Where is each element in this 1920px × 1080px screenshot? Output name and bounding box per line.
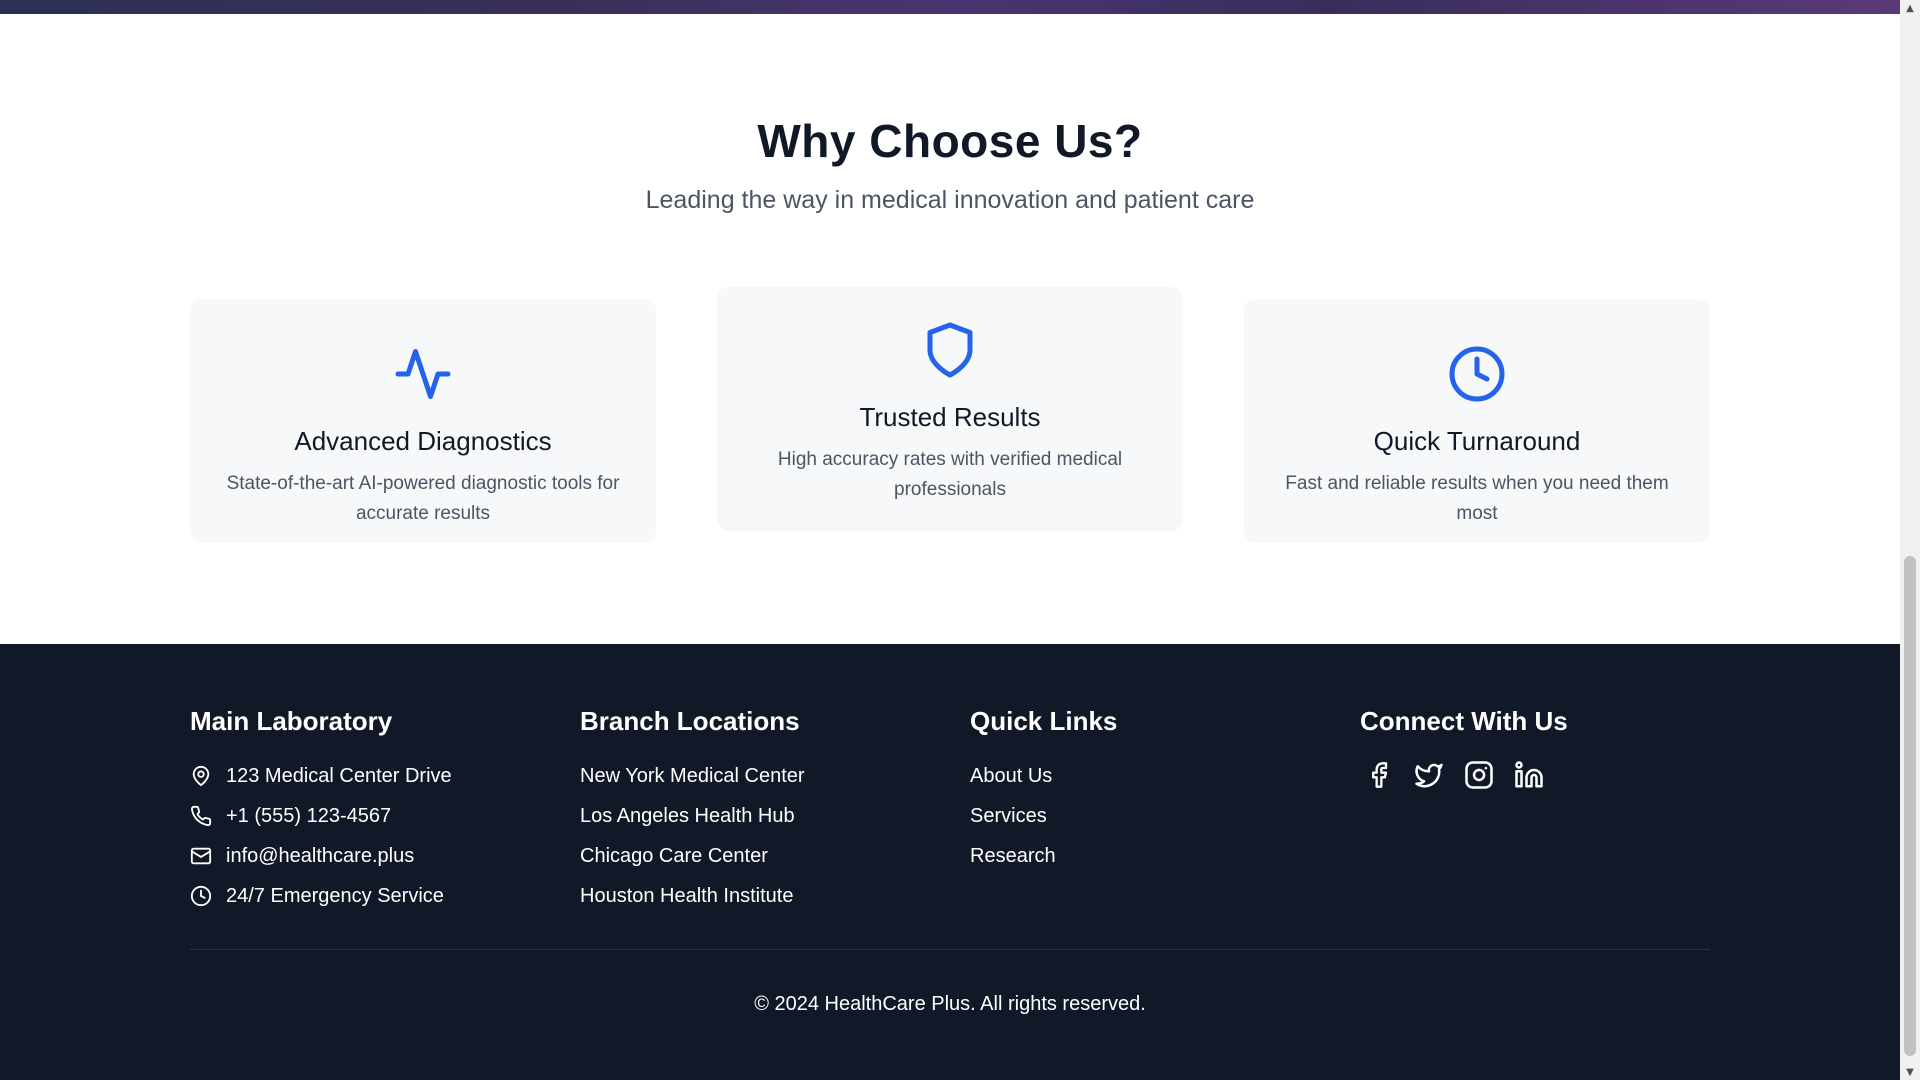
scrollbar-thumb[interactable]: [1904, 556, 1916, 1056]
section-subtitle: Leading the way in medical innovation an…: [645, 186, 1255, 214]
quick-link-about-us[interactable]: About Us: [970, 756, 1350, 796]
instagram-icon[interactable]: [1464, 760, 1494, 790]
branch-link[interactable]: Los Angeles Health Hub: [580, 796, 960, 836]
scroll-down-arrow-icon[interactable]: ▼: [1900, 1064, 1920, 1080]
email-text[interactable]: info@healthcare.plus: [226, 845, 414, 868]
footer-main-laboratory: Main Laboratory 123 Medical Center Drive…: [190, 706, 570, 916]
footer-column-title: Quick Links: [970, 706, 1118, 736]
feature-card-trusted-results: Trusted Results High accuracy rates with…: [717, 287, 1183, 531]
card-title: Trusted Results: [859, 402, 1041, 432]
why-choose-us-section: Why Choose Us? Leading the way in medica…: [0, 14, 1900, 644]
footer-divider: [190, 949, 1710, 950]
social-links: [1360, 760, 1740, 790]
footer-column-title: Connect With Us: [1360, 706, 1568, 736]
branch-link[interactable]: Houston Health Institute: [580, 876, 960, 916]
phone-icon: [190, 803, 216, 829]
copyright-text: © 2024 HealthCare Plus. All rights reser…: [754, 993, 1146, 1015]
feature-card-quick-turnaround: Quick Turnaround Fast and reliable resul…: [1244, 299, 1710, 543]
mail-icon: [190, 843, 216, 869]
clock-icon: [1244, 344, 1710, 404]
footer-connect: Connect With Us: [1360, 706, 1740, 790]
facebook-icon[interactable]: [1364, 760, 1394, 790]
phone-text[interactable]: +1 (555) 123-4567: [226, 805, 391, 828]
email-item[interactable]: info@healthcare.plus: [190, 836, 570, 876]
footer-quick-links: Quick Links About Us Services Research: [970, 706, 1350, 876]
scroll-up-arrow-icon[interactable]: ▲: [1900, 0, 1920, 16]
card-description: High accuracy rates with verified medica…: [777, 449, 1123, 500]
activity-icon: [190, 344, 656, 404]
hours-item: 24/7 Emergency Service: [190, 876, 570, 916]
linkedin-icon[interactable]: [1514, 760, 1544, 790]
section-title: Why Choose Us?: [757, 115, 1143, 167]
card-title: Advanced Diagnostics: [294, 426, 552, 456]
branch-link[interactable]: Chicago Care Center: [580, 836, 960, 876]
quick-link-services[interactable]: Services: [970, 796, 1350, 836]
map-pin-icon: [190, 763, 216, 789]
feature-card-advanced-diagnostics: Advanced Diagnostics State-of-the-art AI…: [190, 299, 656, 543]
card-title: Quick Turnaround: [1373, 426, 1581, 456]
hours-text: 24/7 Emergency Service: [226, 884, 444, 907]
quick-link-research[interactable]: Research: [970, 836, 1350, 876]
clock-icon: [190, 883, 216, 909]
footer-column-title: Branch Locations: [580, 706, 800, 736]
hero-image-bottom-edge: [0, 0, 1900, 14]
page: Why Choose Us? Leading the way in medica…: [0, 0, 1900, 1080]
footer: Main Laboratory 123 Medical Center Drive…: [0, 644, 1900, 1080]
address-text: 123 Medical Center Drive: [226, 764, 452, 787]
branch-link[interactable]: New York Medical Center: [580, 756, 960, 796]
twitter-icon[interactable]: [1414, 760, 1444, 790]
footer-branch-locations: Branch Locations New York Medical Center…: [580, 706, 960, 916]
card-description: State-of-the-art AI-powered diagnostic t…: [226, 473, 620, 524]
vertical-scrollbar[interactable]: ▲ ▼: [1900, 0, 1920, 1080]
phone-item[interactable]: +1 (555) 123-4567: [190, 796, 570, 836]
address-item: 123 Medical Center Drive: [190, 756, 570, 796]
shield-icon: [717, 320, 1183, 380]
card-description: Fast and reliable results when you need …: [1285, 473, 1669, 524]
footer-column-title: Main Laboratory: [190, 706, 393, 736]
